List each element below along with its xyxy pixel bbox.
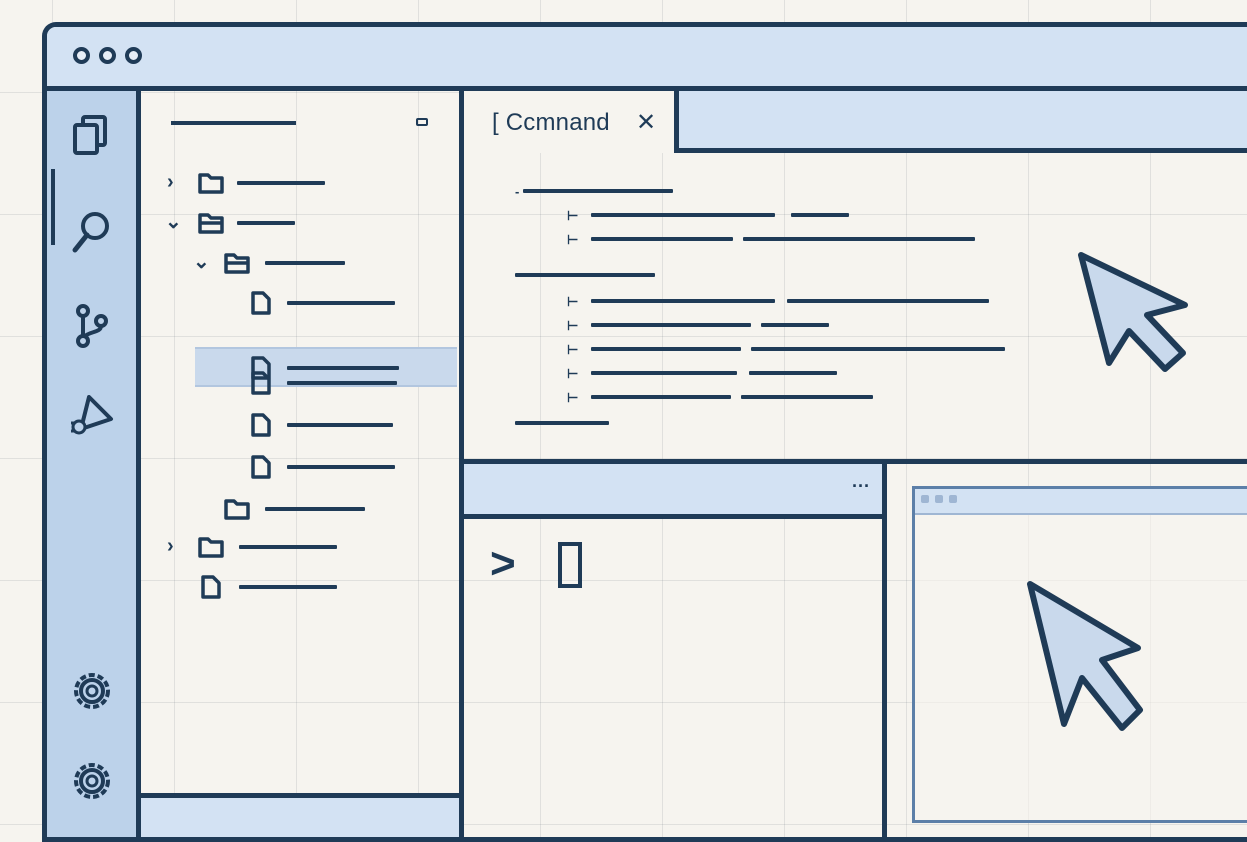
window-controls — [73, 47, 142, 64]
tab-label: [ Ccmnand — [492, 109, 610, 136]
tree-item-label — [237, 181, 325, 185]
more-icon[interactable]: ··· — [852, 476, 870, 497]
tree-folder-open[interactable]: ⌄ — [141, 243, 461, 283]
code-glyph: - — [515, 184, 520, 199]
code-line — [591, 371, 737, 375]
code-line — [591, 237, 733, 241]
collapse-icon[interactable] — [416, 118, 428, 126]
code-line — [515, 273, 655, 277]
code-line — [591, 323, 751, 327]
code-line — [515, 421, 609, 425]
tab-strip: ··· — [679, 91, 1247, 153]
code-line — [743, 237, 975, 241]
folder-open-icon — [223, 250, 251, 276]
code-line — [751, 347, 1005, 351]
mouse-cursor-icon — [1073, 249, 1193, 373]
terminal-panel: ··· > — [464, 464, 887, 837]
explorer-footer — [141, 793, 459, 837]
code-glyph: ⊢ — [567, 390, 579, 405]
code-line — [749, 371, 837, 375]
code-glyph: ⊢ — [567, 208, 579, 223]
tree-item-label — [287, 465, 395, 469]
code-line — [741, 395, 873, 399]
code-line — [591, 213, 775, 217]
tree-item-label — [239, 545, 337, 549]
tree-file[interactable] — [141, 567, 461, 607]
activity-bar — [47, 91, 141, 837]
run-debug-icon[interactable] — [67, 391, 117, 441]
explorer-title — [171, 121, 296, 125]
files-icon[interactable] — [67, 111, 117, 161]
tree-item-label — [265, 261, 345, 265]
source-control-icon[interactable] — [67, 301, 117, 351]
code-line — [523, 189, 673, 193]
tree-folder[interactable]: › — [141, 163, 461, 203]
code-line — [591, 347, 741, 351]
tree-item-label — [287, 423, 393, 427]
folder-open-icon — [197, 210, 225, 236]
tree-item-label — [287, 301, 395, 305]
file-icon — [247, 412, 275, 438]
chevron-right-icon: › — [167, 171, 174, 193]
code-glyph: ⊢ — [567, 232, 579, 247]
editor-window: › ⌄ ⌄ › [Ccmnand ✕ - ⊢ ⊢ ⊢ ⊢ ⊢ ⊢ ⊢ ··· … — [42, 22, 1247, 842]
terminal-prompt: > — [490, 539, 516, 588]
code-glyph: ⊢ — [567, 366, 579, 381]
editor-tab-bar: [ Ccmnand ✕ ··· — [464, 91, 1247, 153]
chevron-down-icon: ⌄ — [165, 211, 182, 233]
file-icon — [247, 290, 275, 316]
settings-icon[interactable] — [67, 666, 117, 716]
code-line — [791, 213, 849, 217]
tree-item-label — [237, 221, 295, 225]
code-glyph: ⊢ — [567, 318, 579, 333]
minimize-window-button[interactable] — [99, 47, 116, 64]
folder-icon — [197, 534, 225, 560]
folder-icon — [197, 170, 225, 196]
maximize-window-button[interactable] — [125, 47, 142, 64]
tree-item-label — [287, 381, 397, 385]
preview-window-controls — [921, 495, 957, 503]
file-icon — [247, 454, 275, 480]
tree-item-label — [239, 585, 337, 589]
active-indicator — [51, 169, 55, 245]
tree-folder[interactable] — [141, 489, 461, 529]
tree-file[interactable] — [141, 405, 461, 445]
search-icon[interactable] — [67, 208, 117, 258]
chevron-down-icon: ⌄ — [193, 251, 210, 273]
code-line — [591, 395, 731, 399]
preview-title-bar — [915, 489, 1247, 515]
tree-folder[interactable]: › — [141, 527, 461, 567]
folder-icon — [223, 496, 251, 522]
title-bar — [47, 27, 1247, 91]
code-line — [761, 323, 829, 327]
chevron-right-icon: › — [167, 535, 174, 557]
tab-command[interactable]: [ Ccmnand ✕ — [464, 91, 679, 153]
terminal-header: ··· — [464, 464, 882, 519]
terminal-input[interactable] — [558, 542, 582, 588]
preview-panel — [892, 464, 1247, 837]
file-icon — [197, 574, 225, 600]
close-window-button[interactable] — [73, 47, 90, 64]
code-glyph: ⊢ — [567, 342, 579, 357]
tree-file[interactable] — [141, 283, 461, 323]
mouse-cursor-icon — [1024, 578, 1144, 738]
code-line — [787, 299, 989, 303]
tree-file[interactable] — [141, 363, 461, 403]
file-explorer: › ⌄ ⌄ › — [141, 91, 464, 837]
tree-folder-open[interactable]: ⌄ — [141, 203, 461, 243]
close-icon[interactable]: ✕ — [636, 108, 656, 137]
settings-icon[interactable] — [67, 756, 117, 806]
file-icon — [247, 370, 275, 396]
code-line — [591, 299, 775, 303]
code-glyph: ⊢ — [567, 294, 579, 309]
tree-item-label — [265, 507, 365, 511]
tree-file[interactable] — [141, 447, 461, 487]
